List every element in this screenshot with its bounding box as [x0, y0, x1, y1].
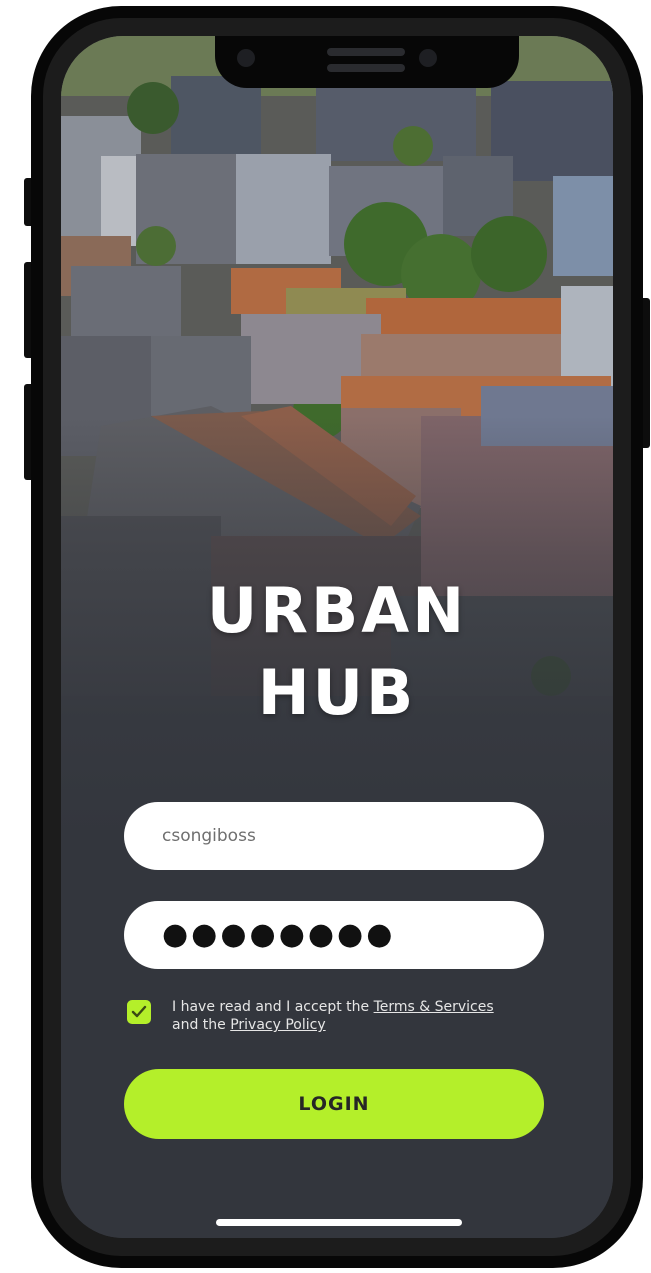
speaker-grille [327, 64, 405, 72]
username-value: csongiboss [162, 826, 256, 846]
terms-services-link[interactable]: Terms & Services [374, 999, 494, 1015]
app-screen: URBAN HUB csongiboss ●●●●●●●● I have rea… [61, 36, 613, 1238]
privacy-policy-link[interactable]: Privacy Policy [230, 1017, 325, 1033]
login-button[interactable]: LOGIN [124, 1069, 544, 1139]
password-field[interactable]: ●●●●●●●● [124, 901, 544, 969]
username-field[interactable]: csongiboss [124, 802, 544, 870]
password-value: ●●●●●●●● [162, 917, 396, 952]
phone-notch [215, 36, 519, 88]
home-indicator[interactable] [216, 1219, 462, 1226]
speaker-grille [327, 48, 405, 56]
face-sensor [419, 49, 437, 67]
app-title-line2: HUB [257, 656, 417, 729]
terms-prefix: I have read and I accept the [172, 999, 374, 1015]
front-camera [237, 49, 255, 67]
app-title-line1: URBAN [206, 574, 468, 647]
terms-middle: and the [172, 1017, 231, 1033]
check-icon [131, 1005, 147, 1018]
terms-checkbox[interactable] [127, 1000, 151, 1024]
phone-frame: URBAN HUB csongiboss ●●●●●●●● I have rea… [31, 6, 643, 1268]
terms-text: I have read and I accept the Terms & Ser… [172, 998, 552, 1034]
